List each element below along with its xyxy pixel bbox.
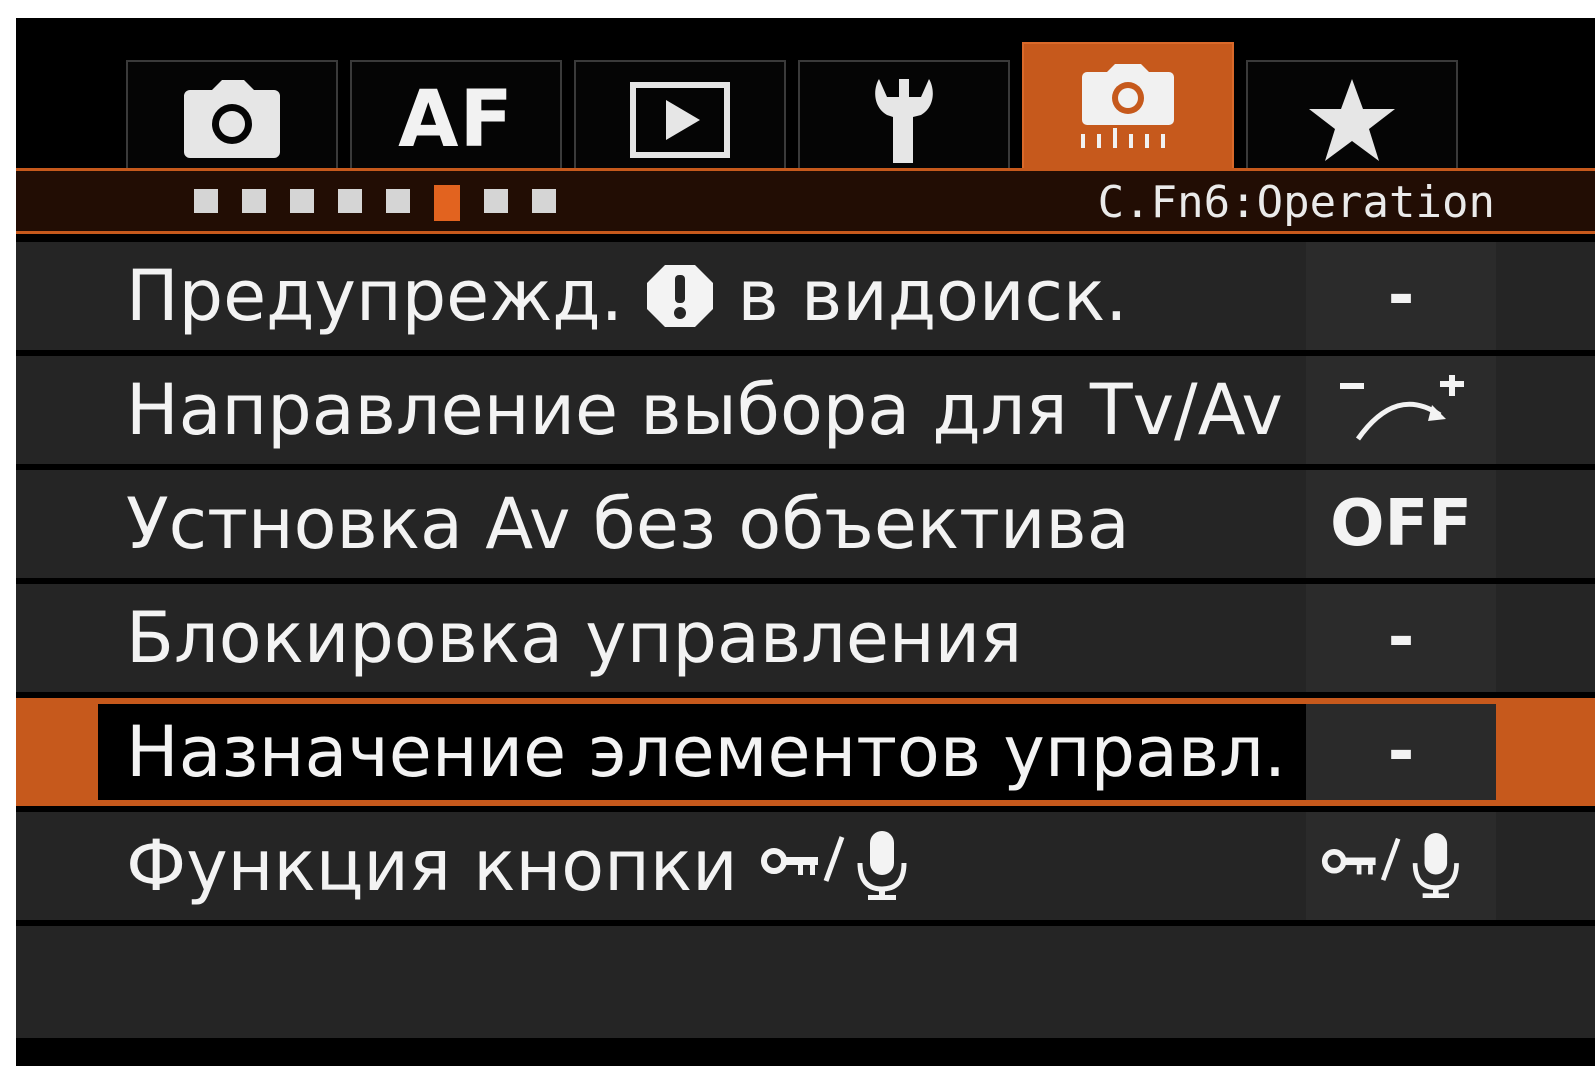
menu-item-empty [16,926,1595,1038]
menu-item-viewfinder-warning[interactable]: Предупрежд. в видоиск. - [16,242,1595,350]
camera-icon [184,80,280,158]
menu-item-dial-direction[interactable]: Направление выбора для Tv/Av [16,356,1595,464]
page-title: C.Fn6:Operation [1097,177,1495,228]
page-dot [242,189,266,213]
menu-item-value [1306,356,1496,464]
menu-item-label: Предупрежд. в видоиск. [126,255,1128,337]
tab-setup[interactable] [798,60,1010,178]
menu-item-value [1306,812,1496,920]
dial-direction-icon [1340,375,1464,441]
menu-item-value: - [1306,584,1496,692]
tab-playback[interactable] [574,60,786,178]
menu-item-label: Устновка Av без объектива [126,483,1130,565]
menu-item-value: OFF [1306,470,1496,578]
camera-menu-screen: AF C.Fn6:Operation Предупрежд. в видоиск… [16,18,1595,1066]
tab-custom-functions[interactable] [1022,42,1234,180]
page-indicator [194,185,580,221]
menu-item-value: - [1306,704,1496,800]
menu-item-button-function[interactable]: Функция кнопки [16,812,1595,920]
tab-af-label: AF [398,75,514,165]
exclamation-icon [647,264,714,327]
menu-item-value: - [1306,242,1496,350]
menu-item-list: Предупрежд. в видоиск. - Направление выб… [16,242,1595,1044]
tab-my-menu[interactable] [1246,60,1458,178]
lock-mic-icon [1321,833,1459,898]
page-dot [386,189,410,213]
star-icon [1309,79,1395,161]
page-dot-active [434,185,460,221]
page-dot [194,189,218,213]
tab-shooting[interactable] [126,60,338,178]
page-dot [484,189,508,213]
custom-function-camera-icon [1081,64,1174,148]
menu-item-label: Направление выбора для Tv/Av [126,369,1283,451]
menu-item-custom-controls[interactable]: Назначение элементов управл. - [16,698,1595,806]
wrench-icon [875,79,933,163]
menu-item-label: Функция кнопки [126,812,930,920]
menu-item-label: Назначение элементов управл. [126,711,1287,793]
playback-icon [630,82,730,158]
page-dot [532,189,556,213]
menu-header: C.Fn6:Operation [16,168,1595,234]
menu-item-av-without-lens[interactable]: Устновка Av без объектива OFF [16,470,1595,578]
page-dot [290,189,314,213]
tab-af[interactable]: AF [350,60,562,178]
page-dot [338,189,362,213]
menu-item-label: Блокировка управления [126,597,1023,679]
lock-mic-icon [760,830,907,900]
menu-item-control-lock[interactable]: Блокировка управления - [16,584,1595,692]
